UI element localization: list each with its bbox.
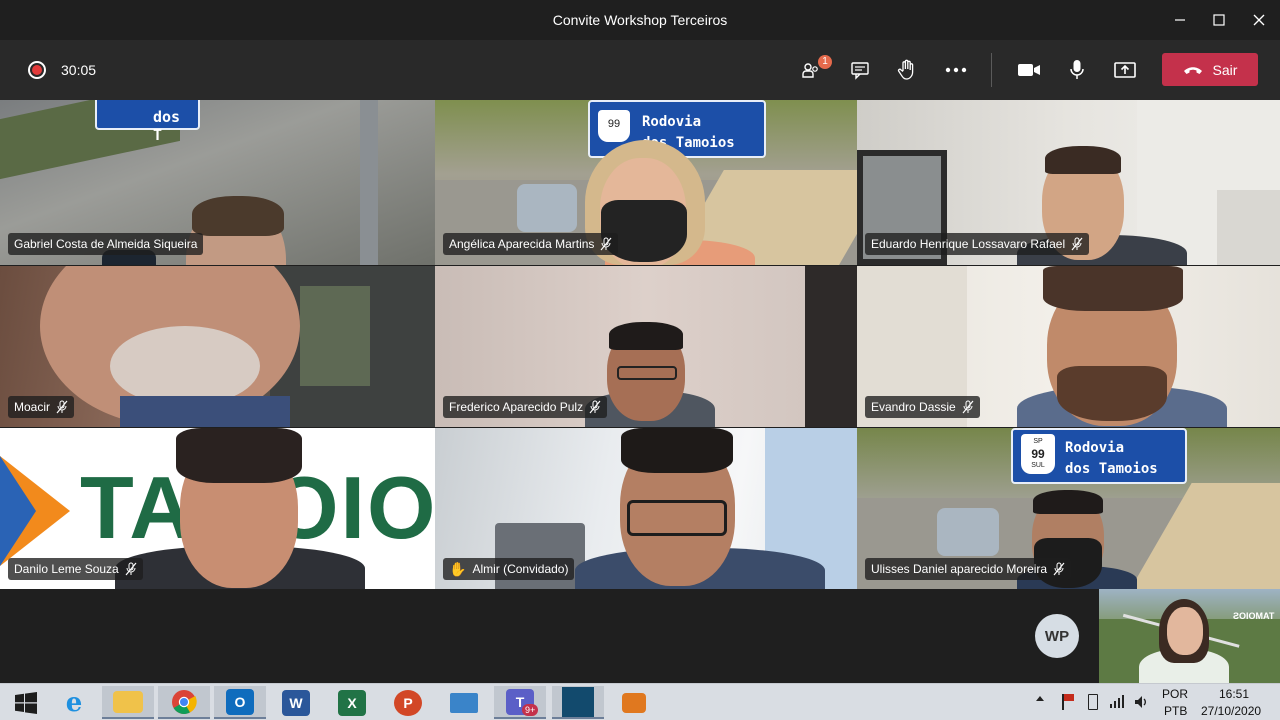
raise-hand-icon[interactable] [892,56,922,84]
recording-icon [28,61,46,79]
file-explorer-icon[interactable] [102,686,154,719]
keyboard-layout[interactable]: PTB [1164,704,1187,718]
mic-off-icon [56,400,68,414]
minimize-icon[interactable] [1163,6,1197,34]
participant-name: Angélica Aparecida Martins [449,237,595,251]
participant-name: Danilo Leme Souza [14,562,119,576]
toolbar-divider [991,53,992,87]
meeting-timer: 30:05 [61,62,97,78]
participant-name-tag: ✋ Almir (Convidado) [443,558,575,580]
video-tile-evandro[interactable]: Evandro Dassie [857,266,1280,427]
app-window-icon[interactable] [552,686,604,719]
video-tile-frederico[interactable]: Frederico Aparecido Pulz [435,266,857,427]
window-title: Convite Workshop Terceiros [552,12,728,28]
highway-shield: 99 [598,110,630,142]
notification-flag-icon[interactable] [1062,694,1074,710]
internet-explorer-icon[interactable]: e [48,686,100,719]
outlook-icon[interactable]: O [214,686,266,719]
windows-start-icon[interactable] [0,686,52,719]
participant-name: Frederico Aparecido Pulz [449,400,584,414]
tool-icon[interactable] [608,686,660,719]
maximize-icon[interactable] [1202,6,1236,34]
meeting-toolbar: 30:05 1 Sair [0,40,1280,100]
video-tile-ulisses[interactable]: Rodovia dos Tamoios SP 99 SUL Ulisses Da… [857,428,1280,589]
mic-off-icon [1071,237,1083,251]
video-tile-danilo[interactable]: TAMOIOS Danilo Leme Souza [0,428,435,589]
video-tile-almir[interactable]: ✋ Almir (Convidado) [435,428,857,589]
clock-time[interactable]: 16:51 [1219,687,1249,701]
participant-name: Evandro Dassie [871,400,956,414]
participant-name: Ulisses Daniel aparecido Moreira [871,562,1048,576]
self-view-video[interactable]: TAMOIOS [1099,589,1280,683]
battery-icon[interactable] [1088,694,1098,710]
participant-name-tag: Frederico Aparecido Pulz [443,396,608,418]
share-screen-icon[interactable] [1110,56,1140,84]
participant-name-tag: Eduardo Henrique Lossavaro Rafael [865,233,1090,255]
participants-badge: 1 [818,55,832,69]
highway-shield: SP 99 SUL [1021,434,1055,474]
mic-off-icon [1053,562,1065,576]
participant-name-tag: Danilo Leme Souza [8,558,143,580]
excel-icon[interactable]: X [326,686,378,719]
video-tile-eduardo[interactable]: Eduardo Henrique Lossavaro Rafael [857,100,1280,265]
close-icon[interactable] [1242,6,1276,34]
selfview-logo: TAMOIOS [1232,611,1274,621]
title-bar: Convite Workshop Terceiros [0,0,1280,40]
raise-hand-icon: ✋ [449,561,467,577]
remote-desktop-icon[interactable] [438,686,490,719]
powerpoint-icon[interactable]: P [382,686,434,719]
participant-name-tag: Moacir [8,396,75,418]
camera-icon[interactable] [1014,56,1044,84]
participant-name-tag: Gabriel Costa de Almeida Siqueira [8,233,204,255]
participant-name: Almir (Convidado) [472,562,569,576]
hang-up-icon [1183,66,1202,74]
mic-off-icon [125,562,137,576]
participant-name: Eduardo Henrique Lossavaro Rafael [871,237,1066,251]
network-icon[interactable] [1110,694,1124,708]
video-tile-angelica[interactable]: Rodovia dos Tamoios 99 Angélica Aparecid… [435,100,857,265]
more-icon[interactable] [941,56,971,84]
volume-icon[interactable] [1134,694,1150,710]
mic-off-icon [600,237,612,251]
video-tile-gabriel[interactable]: dos T Gabriel Costa de Almeida Siqueira [0,100,435,265]
mic-off-icon [962,400,974,414]
video-tile-moacir[interactable]: Moacir [0,266,435,427]
participant-name: Moacir [14,400,51,414]
clock-date[interactable]: 27/10/2020 [1201,704,1261,718]
participant-name-tag: Ulisses Daniel aparecido Moreira [865,558,1072,580]
language-indicator[interactable]: POR [1162,687,1188,701]
mic-off-icon [589,400,601,414]
windows-taskbar: e O W X P T 9+ POR PTB 16:51 27/10/2020 [0,683,1280,720]
word-icon[interactable]: W [270,686,322,719]
road-sign: dos T [95,100,200,144]
teams-icon[interactable]: T 9+ [494,686,546,719]
chat-icon[interactable] [845,56,875,84]
participant-name-tag: Angélica Aparecida Martins [443,233,619,255]
tray-overflow-icon[interactable] [1036,696,1044,701]
overflow-area [0,589,1280,683]
teams-badge: 9+ [522,704,539,716]
participant-avatar[interactable]: WP [1035,614,1079,658]
participant-name: Gabriel Costa de Almeida Siqueira [14,237,198,251]
leave-label: Sair [1212,61,1238,78]
participant-name-tag: Evandro Dassie [865,396,980,418]
microphone-icon[interactable] [1062,56,1092,84]
chrome-icon[interactable] [158,686,210,719]
leave-button[interactable]: Sair [1162,53,1258,86]
